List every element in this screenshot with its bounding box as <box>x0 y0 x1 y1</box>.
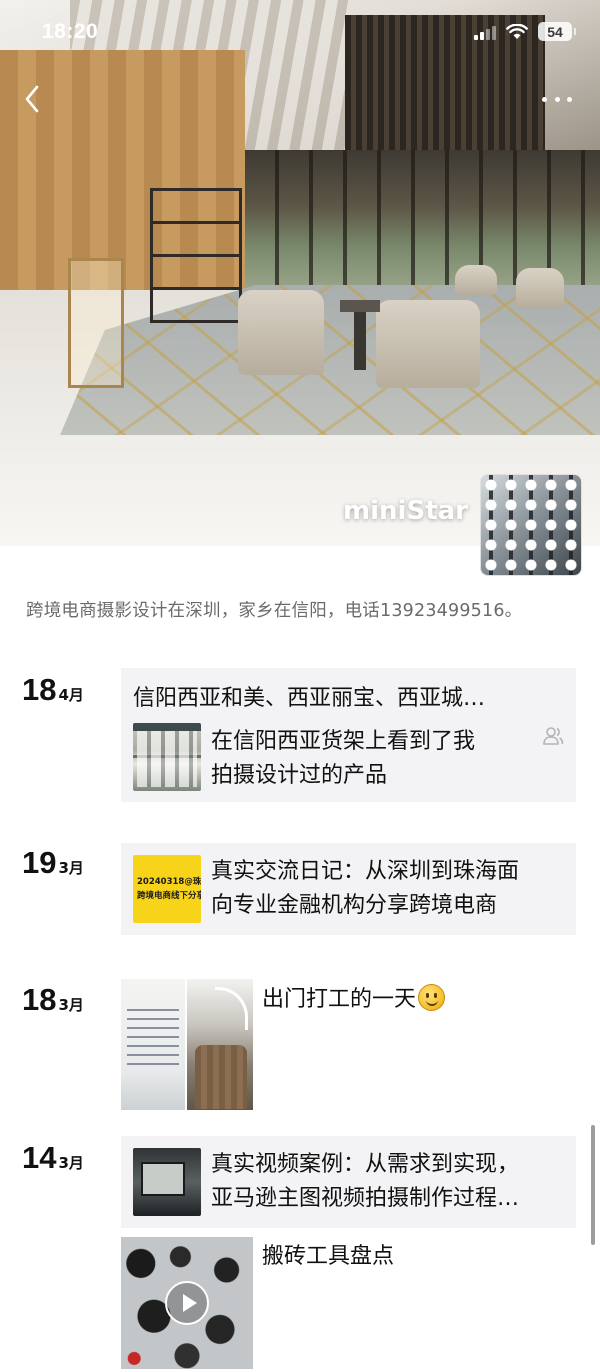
post-photo-ticket[interactable] <box>121 979 185 1110</box>
feed-date: 19 3月 <box>22 845 84 881</box>
more-dots-icon <box>567 96 572 102</box>
feed-date: 18 4月 <box>22 672 84 708</box>
cover-armchair <box>376 300 480 388</box>
cover-lantern <box>68 258 124 388</box>
post-text-line: 真实交流日记：从深圳到珠海面 <box>211 859 520 884</box>
post-text-line: 亚马逊主图视频拍摄制作过程… <box>211 1186 520 1211</box>
post-text[interactable]: 搬砖工具盘点 <box>262 1238 394 1270</box>
feed-month: 3月 <box>58 996 84 1014</box>
more-dots-icon <box>554 96 560 102</box>
battery-icon: 54 <box>538 22 576 41</box>
cover-armchair <box>516 268 564 308</box>
feed-month: 4月 <box>58 686 84 704</box>
wifi-icon <box>506 23 528 39</box>
status-icons: 54 <box>474 22 576 41</box>
signal-icon <box>474 24 496 40</box>
play-icon[interactable] <box>165 1281 209 1325</box>
feed-date: 14 3月 <box>22 1140 84 1176</box>
chevron-left-icon <box>25 85 39 113</box>
post-text: 在信阳西亚货架上看到了我 拍摄设计过的产品 <box>211 725 475 793</box>
post-thumbnail <box>133 1148 201 1216</box>
feed-date: 18 3月 <box>22 982 84 1018</box>
cover-side-table <box>340 300 380 370</box>
feed-month: 3月 <box>58 1154 84 1172</box>
thumbnail-text: 20240318@珠海 <box>137 877 201 887</box>
cover-armchair <box>238 290 324 375</box>
post-photo-train[interactable] <box>187 979 253 1110</box>
more-dots-icon <box>542 96 547 102</box>
thumbnail-text: 跨境电商线下分享 <box>137 891 201 901</box>
avatar-pattern <box>481 475 581 575</box>
profile-name[interactable]: miniStar <box>343 496 468 526</box>
post-text-line: 向专业金融机构分享跨境电商 <box>211 893 498 918</box>
cover-armchair <box>455 265 497 295</box>
post-thumbnail <box>133 723 201 791</box>
cover-shelf <box>150 188 242 323</box>
more-button[interactable] <box>542 88 572 110</box>
post-text-content: 出门打工的一天 <box>262 987 417 1012</box>
feed-post-article[interactable]: 20240318@珠海 跨境电商线下分享 真实交流日记：从深圳到珠海面 向专业金… <box>121 843 576 935</box>
feed-day: 18 <box>22 672 57 707</box>
feed-post-shared[interactable]: 信阳西亚和美、西亚丽宝、西亚城… 在信阳西亚货架上看到了我 拍摄设计过的产品 <box>121 668 576 802</box>
post-title: 信阳西亚和美、西亚丽宝、西亚城… <box>133 686 486 711</box>
feed-day: 14 <box>22 1140 57 1175</box>
feed-day: 18 <box>22 982 57 1017</box>
back-button[interactable] <box>18 84 46 114</box>
feed-day: 19 <box>22 845 57 880</box>
smile-emoji-icon <box>418 984 446 1011</box>
post-text: 真实交流日记：从深圳到珠海面 向专业金融机构分享跨境电商 <box>211 855 519 923</box>
feed-post-article[interactable]: 真实视频案例：从需求到实现， 亚马逊主图视频拍摄制作过程… <box>121 1136 576 1228</box>
post-text-line: 在信阳西亚货架上看到了我 <box>211 729 476 754</box>
post-thumbnail: 20240318@珠海 跨境电商线下分享 <box>133 855 201 923</box>
cover-photo[interactable] <box>0 0 600 546</box>
post-text-line: 拍摄设计过的产品 <box>211 763 388 788</box>
post-video-thumbnail[interactable] <box>121 1237 253 1369</box>
post-text: 真实视频案例：从需求到实现， 亚马逊主图视频拍摄制作过程… <box>211 1148 519 1216</box>
profile-bio: 跨境电商摄影设计在深圳，家乡在信阳，电话13923499516。 <box>26 601 523 621</box>
friends-icon <box>543 727 564 745</box>
status-time: 18:20 <box>42 20 99 43</box>
post-text-line: 真实视频案例：从需求到实现， <box>211 1152 520 1177</box>
feed-month: 3月 <box>58 859 84 877</box>
avatar[interactable] <box>480 474 582 576</box>
post-text[interactable]: 出门打工的一天 <box>262 981 446 1013</box>
scrollbar[interactable] <box>591 1125 595 1245</box>
